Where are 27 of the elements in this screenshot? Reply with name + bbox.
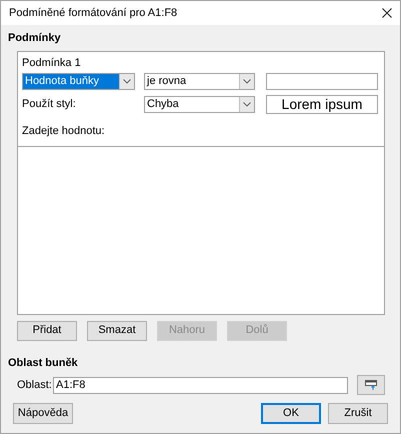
dialog-button[interactable]: Nápověda xyxy=(13,403,73,424)
range-field[interactable]: A1:F8 xyxy=(53,376,348,394)
chevron-down-icon xyxy=(123,78,131,84)
section-heading: Oblast buněk xyxy=(8,356,79,370)
dropdown-value: je rovna xyxy=(146,74,188,88)
list-button[interactable]: Smazat xyxy=(87,320,147,340)
shrink-button[interactable] xyxy=(357,375,385,395)
dialog-button[interactable]: Zrušit xyxy=(328,403,388,424)
window-title: Podmíněné formátování pro A1:F8 xyxy=(9,6,178,21)
close-icon[interactable] xyxy=(382,8,392,18)
hint-text: Zadejte hodnotu: xyxy=(22,124,106,138)
window-arrow-icon xyxy=(365,380,377,390)
range-label: Oblast: xyxy=(17,378,53,393)
style-preview: Lorem ipsum xyxy=(266,94,378,114)
dropdown[interactable]: Chyba xyxy=(144,96,255,112)
chevron-down-icon xyxy=(243,102,251,106)
style-label: Použít styl: xyxy=(22,96,77,112)
dialog-button[interactable]: OK xyxy=(261,403,321,424)
value-field[interactable] xyxy=(266,72,378,90)
section-heading: Podmínky xyxy=(8,31,62,46)
chevron-down-icon xyxy=(243,78,251,84)
dropdown-value: Chyba xyxy=(146,96,180,112)
dropdown[interactable]: Hodnota buňky xyxy=(22,72,135,90)
condition-title: Podmínka 1 xyxy=(22,56,82,70)
dropdown[interactable]: je rovna xyxy=(144,72,255,90)
dropdown-value: Hodnota buňky xyxy=(23,74,119,88)
list-button[interactable]: Přidat xyxy=(17,320,77,340)
